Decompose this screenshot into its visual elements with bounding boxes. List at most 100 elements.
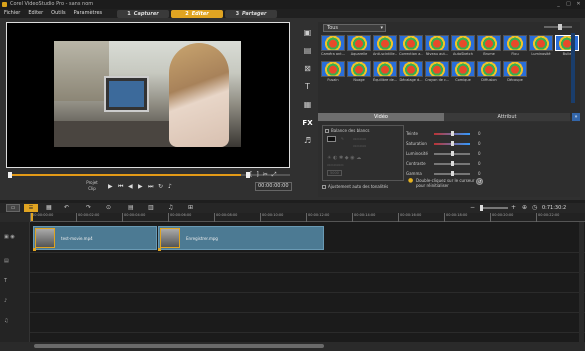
filter-thumbnail[interactable]: Correction a...	[399, 35, 423, 57]
checkbox-box[interactable]	[322, 184, 326, 189]
expand-options-icon[interactable]: »	[572, 113, 580, 121]
player-timecode[interactable]: 00:00:00:00	[255, 182, 292, 191]
volume-icon[interactable]: ♪	[168, 183, 172, 191]
playhead[interactable]	[31, 213, 33, 221]
auto-tone-checkbox[interactable]: Ajustement auto des tonalités	[322, 184, 388, 189]
zoom-in-icon[interactable]: +	[511, 204, 516, 212]
split-clip-icon[interactable]: ✂	[263, 171, 268, 179]
filter-thumbnail[interactable]: Diffusion	[477, 61, 501, 83]
timeline-clip-2[interactable]: Enregistrer.mpg	[158, 226, 324, 251]
play-icon[interactable]: ▶	[108, 183, 113, 191]
timeline-clip-1[interactable]: test-movie.mp4	[33, 226, 157, 251]
slider-knob[interactable]	[558, 24, 562, 30]
tab-attribute[interactable]: Attribut	[444, 113, 570, 121]
video-track-icon[interactable]: ▣ ◉	[0, 234, 30, 240]
redo-icon[interactable]: ↷	[86, 204, 91, 212]
menu-editer[interactable]: Editer	[28, 9, 43, 18]
end-icon[interactable]: ⏭	[148, 183, 153, 191]
filter-thumbnail[interactable]: Anti-scintille...	[373, 35, 397, 57]
step-capture[interactable]: 1 Capturer	[117, 10, 169, 18]
filter-thumbnail[interactable]: Équilibre de...	[373, 61, 397, 83]
filter-thumbnail[interactable]: Décalage d...	[399, 61, 423, 83]
filter-thumbnail[interactable]: Caméra ant...	[321, 35, 345, 57]
filter-thumbnail[interactable]: Luminosité	[529, 35, 553, 57]
filter-thumbnail[interactable]: Crayon de c...	[425, 61, 449, 83]
slider-knob[interactable]	[451, 161, 454, 166]
slider-knob[interactable]	[451, 141, 454, 146]
filter-thumbnail[interactable]: Aquarelle	[347, 35, 371, 57]
record-capture-icon[interactable]: ⊙	[106, 204, 111, 212]
temperature-value: 5000	[327, 170, 342, 176]
step-share[interactable]: 3 Partager	[225, 10, 277, 18]
clip-name: test-movie.mp4	[61, 236, 93, 241]
filter-thumbnail[interactable]: Comique	[451, 61, 475, 83]
filter-fx-icon[interactable]: FX	[302, 118, 312, 128]
timeline-hscrollbar[interactable]	[30, 343, 585, 349]
checkbox-box[interactable]	[325, 128, 329, 133]
menu-parametres[interactable]: Paramètres	[74, 9, 103, 18]
zoom-slider[interactable]	[480, 205, 508, 211]
mixer-icon[interactable]: ▥	[148, 204, 154, 212]
scrubber[interactable]	[8, 172, 290, 178]
maximize-button[interactable]: □	[565, 1, 572, 7]
undo-icon[interactable]: ↶	[64, 204, 69, 212]
graphic-icon[interactable]: ▦	[304, 100, 312, 110]
storyboard-view-button[interactable]: ▭	[6, 204, 20, 212]
enlarge-preview-icon[interactable]: ⤢	[272, 171, 277, 179]
media-icon[interactable]: ▣	[304, 28, 312, 38]
filter-thumbnail[interactable]: Fusain	[321, 61, 345, 83]
timeline-vscrollbar[interactable]	[579, 222, 584, 342]
tracks-icon[interactable]: ▦	[46, 204, 52, 212]
step-edit[interactable]: 2 Editer	[171, 10, 223, 18]
white-balance-checkbox[interactable]: Balance des blancs	[325, 128, 370, 133]
menu-bar: Fichier Editer Outils Paramètres 1 Captur…	[0, 9, 585, 18]
library-category-dropdown[interactable]: Tous ▾	[323, 24, 386, 32]
smart-proxy-icon[interactable]: ▤	[128, 204, 134, 212]
timeline-timecode[interactable]: 0:71:30:2	[542, 204, 566, 212]
voice-track-icon[interactable]: ♪	[0, 298, 30, 304]
time-ruler[interactable]: 00:00:00:00 00:00:02:00 00:00:04:00 00:00:0…	[30, 213, 585, 222]
clip-project-toggle[interactable]: Projet Clip	[86, 180, 98, 194]
home-icon[interactable]: ⏮	[118, 183, 123, 191]
music-track-icon[interactable]: ♫	[0, 318, 30, 324]
next-icon[interactable]: ▶	[138, 183, 143, 191]
fit-project-icon[interactable]: ⊕	[522, 204, 527, 212]
minimize-button[interactable]: _	[555, 1, 562, 7]
thumbnail-size-slider[interactable]	[544, 24, 572, 30]
filter-thumbnail[interactable]: AutoSketch	[451, 35, 475, 57]
filter-thumbnail[interactable]: Flou	[503, 35, 527, 57]
library-scrollbar[interactable]	[571, 33, 575, 103]
close-button[interactable]: ✕	[575, 1, 582, 7]
title-icon[interactable]: T	[305, 82, 310, 92]
menu-fichier[interactable]: Fichier	[4, 9, 20, 18]
repeat-icon[interactable]: ↻	[158, 183, 163, 191]
filter-thumbnail[interactable]: Bulle	[555, 35, 579, 57]
title-track-icon[interactable]: T	[0, 278, 30, 284]
instant-project-icon[interactable]: ▤	[304, 46, 312, 56]
filter-thumbnail[interactable]: Nuage	[347, 61, 371, 83]
scroll-thumb[interactable]	[34, 344, 324, 348]
reset-button[interactable]: ↺	[476, 178, 483, 185]
zoom-knob[interactable]	[480, 205, 483, 211]
slider-knob[interactable]	[451, 171, 454, 176]
transition-icon[interactable]: ⊠	[304, 64, 311, 74]
auto-music-icon[interactable]: ⊞	[188, 204, 193, 212]
filter-thumbnail[interactable]: Brume	[477, 35, 501, 57]
music-icon[interactable]: ♫	[168, 204, 173, 212]
filter-thumbnail[interactable]: Niveau aut...	[425, 35, 449, 57]
timeline-view-button[interactable]: ☰	[24, 204, 38, 212]
previous-icon[interactable]: ◀	[128, 183, 133, 191]
slider-knob[interactable]	[451, 151, 454, 156]
mark-in-button[interactable]: [	[250, 171, 252, 179]
menu-outils[interactable]: Outils	[51, 9, 65, 18]
tab-video[interactable]: Vidéo	[318, 113, 444, 121]
white-balance-swatch[interactable]	[327, 136, 336, 142]
trim-handle-left[interactable]	[8, 172, 12, 178]
white-balance-label: Balance des blancs	[331, 128, 370, 133]
slider-knob[interactable]	[451, 131, 454, 136]
path-icon[interactable]: ♬	[304, 136, 311, 146]
filter-thumbnail[interactable]: Découpe	[503, 61, 527, 83]
overlay-track-icon[interactable]: ▤	[0, 258, 30, 264]
zoom-out-icon[interactable]: −	[470, 204, 475, 212]
mark-out-button[interactable]: ]	[256, 171, 258, 179]
